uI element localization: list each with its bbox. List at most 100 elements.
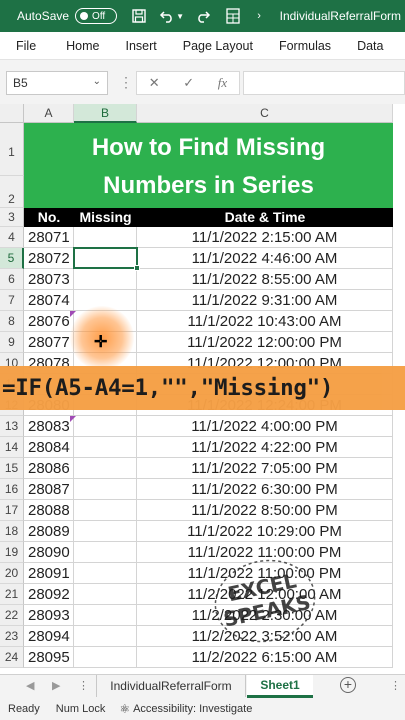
cell-missing[interactable] bbox=[74, 269, 137, 290]
header-missing[interactable]: Missing bbox=[74, 208, 137, 227]
cell-missing[interactable] bbox=[74, 563, 137, 584]
title-banner[interactable]: How to Find Missing Numbers in Series bbox=[24, 123, 393, 208]
row-header[interactable]: 20 bbox=[0, 563, 24, 584]
sheet-tab-sheet1[interactable]: Sheet1 bbox=[247, 675, 313, 698]
cell-number[interactable]: 28093 bbox=[24, 605, 74, 626]
chevron-down-icon[interactable]: ⌄ bbox=[93, 76, 101, 87]
cell-number[interactable]: 28084 bbox=[24, 437, 74, 458]
row-header[interactable]: 14 bbox=[0, 437, 24, 458]
cell-number[interactable]: 28091 bbox=[24, 563, 74, 584]
cell-number[interactable]: 28086 bbox=[24, 458, 74, 479]
row-header[interactable]: 9 bbox=[0, 332, 24, 353]
row-header[interactable]: 23 bbox=[0, 626, 24, 647]
active-cell-selection[interactable] bbox=[73, 247, 140, 271]
cell-number[interactable]: 28083 bbox=[24, 416, 74, 437]
cell-number[interactable]: 28076 bbox=[24, 311, 74, 332]
name-box[interactable]: B5 ⌄ bbox=[6, 71, 108, 95]
cell-missing[interactable] bbox=[74, 416, 137, 437]
cell-missing[interactable] bbox=[74, 521, 137, 542]
prev-sheet-icon[interactable]: ◀ bbox=[26, 679, 34, 692]
tab-formulas[interactable]: Formulas bbox=[279, 39, 331, 53]
cell-datetime[interactable]: 11/1/2022 7:05:00 PM bbox=[137, 458, 393, 479]
cell-datetime[interactable]: 11/1/2022 12:00:00 PM bbox=[137, 332, 393, 353]
tab-home[interactable]: Home bbox=[66, 39, 99, 53]
row-header[interactable]: 17 bbox=[0, 500, 24, 521]
cell-number[interactable]: 28072 bbox=[24, 248, 74, 269]
cell-number[interactable]: 28094 bbox=[24, 626, 74, 647]
cell-datetime[interactable]: 11/1/2022 9:31:00 AM bbox=[137, 290, 393, 311]
cell-missing[interactable] bbox=[74, 542, 137, 563]
cell-datetime[interactable]: 11/1/2022 2:15:00 AM bbox=[137, 227, 393, 248]
enter-icon[interactable]: ✓ bbox=[183, 75, 194, 91]
column-header-a[interactable]: A bbox=[24, 104, 74, 123]
tab-data[interactable]: Data bbox=[357, 39, 383, 53]
formula-input[interactable] bbox=[243, 71, 405, 95]
cell-datetime[interactable]: 11/1/2022 4:22:00 PM bbox=[137, 437, 393, 458]
cell-missing[interactable] bbox=[74, 437, 137, 458]
cell-missing[interactable] bbox=[74, 479, 137, 500]
column-header-b[interactable]: B bbox=[74, 104, 137, 123]
row-header[interactable]: 7 bbox=[0, 290, 24, 311]
row-header[interactable]: 19 bbox=[0, 542, 24, 563]
row-header[interactable]: 8 bbox=[0, 311, 24, 332]
cell-datetime[interactable]: 11/1/2022 8:55:00 AM bbox=[137, 269, 393, 290]
undo-icon[interactable] bbox=[159, 8, 175, 24]
row-header[interactable]: 15 bbox=[0, 458, 24, 479]
row-header[interactable]: 6 bbox=[0, 269, 24, 290]
select-all-corner[interactable] bbox=[0, 104, 24, 123]
cell-missing[interactable] bbox=[74, 584, 137, 605]
sheet-tab-individualreferralform[interactable]: IndividualReferralForm bbox=[96, 675, 246, 697]
more-icon[interactable]: › bbox=[251, 8, 267, 24]
tab-insert[interactable]: Insert bbox=[126, 39, 157, 53]
sheet-options-icon[interactable]: ⋮ bbox=[390, 679, 401, 692]
cell-number[interactable]: 28074 bbox=[24, 290, 74, 311]
cell-datetime[interactable]: 11/2/2022 6:15:00 AM bbox=[137, 647, 393, 668]
sheet-icon[interactable] bbox=[225, 8, 241, 24]
cell-missing[interactable] bbox=[74, 500, 137, 521]
column-header-c[interactable]: C bbox=[137, 104, 393, 123]
cell-datetime[interactable]: 11/1/2022 8:50:00 PM bbox=[137, 500, 393, 521]
cell-missing[interactable] bbox=[74, 605, 137, 626]
redo-icon[interactable] bbox=[195, 8, 211, 24]
cell-number[interactable]: 28073 bbox=[24, 269, 74, 290]
cell-missing[interactable] bbox=[74, 227, 137, 248]
more-sheets-icon[interactable]: ⋮ bbox=[78, 679, 89, 692]
cell-missing[interactable] bbox=[74, 626, 137, 647]
cell-datetime[interactable]: 11/1/2022 10:29:00 PM bbox=[137, 521, 393, 542]
cell-datetime[interactable]: 11/1/2022 4:00:00 PM bbox=[137, 416, 393, 437]
cell-missing[interactable] bbox=[74, 458, 137, 479]
cell-datetime[interactable]: 11/1/2022 10:43:00 AM bbox=[137, 311, 393, 332]
row-header-3[interactable]: 3 bbox=[0, 208, 24, 227]
cell-missing[interactable] bbox=[74, 647, 137, 668]
header-date-time[interactable]: Date & Time bbox=[137, 208, 393, 227]
row-header-1[interactable]: 1 bbox=[0, 123, 24, 176]
cell-number[interactable]: 28087 bbox=[24, 479, 74, 500]
cell-number[interactable]: 28077 bbox=[24, 332, 74, 353]
formula-bar-grip-icon[interactable]: ⋮ bbox=[119, 74, 133, 91]
tab-file[interactable]: File bbox=[16, 39, 36, 53]
cell-datetime[interactable]: 11/1/2022 4:46:00 AM bbox=[137, 248, 393, 269]
row-header[interactable]: 5 bbox=[0, 248, 24, 269]
cancel-icon[interactable]: ✕ bbox=[149, 75, 160, 91]
cell-number[interactable]: 28090 bbox=[24, 542, 74, 563]
status-accessibility[interactable]: Accessibility: Investigate bbox=[133, 703, 252, 715]
next-sheet-icon[interactable]: ▶ bbox=[52, 679, 60, 692]
cell-number[interactable]: 28092 bbox=[24, 584, 74, 605]
row-header[interactable]: 4 bbox=[0, 227, 24, 248]
cell-number[interactable]: 28088 bbox=[24, 500, 74, 521]
row-header[interactable]: 22 bbox=[0, 605, 24, 626]
add-sheet-icon[interactable]: + bbox=[340, 677, 356, 693]
row-header-2[interactable]: 2 bbox=[0, 176, 24, 208]
autosave-toggle[interactable]: Off bbox=[75, 8, 118, 24]
cell-number[interactable]: 28095 bbox=[24, 647, 74, 668]
fill-handle[interactable] bbox=[134, 265, 140, 271]
fx-button[interactable]: fx bbox=[218, 75, 227, 91]
cell-datetime[interactable]: 11/1/2022 6:30:00 PM bbox=[137, 479, 393, 500]
row-header[interactable]: 24 bbox=[0, 647, 24, 668]
save-icon[interactable] bbox=[131, 8, 147, 24]
cell-number[interactable]: 28089 bbox=[24, 521, 74, 542]
row-header[interactable]: 21 bbox=[0, 584, 24, 605]
row-header[interactable]: 16 bbox=[0, 479, 24, 500]
row-header[interactable]: 13 bbox=[0, 416, 24, 437]
header-no[interactable]: No. bbox=[24, 208, 74, 227]
